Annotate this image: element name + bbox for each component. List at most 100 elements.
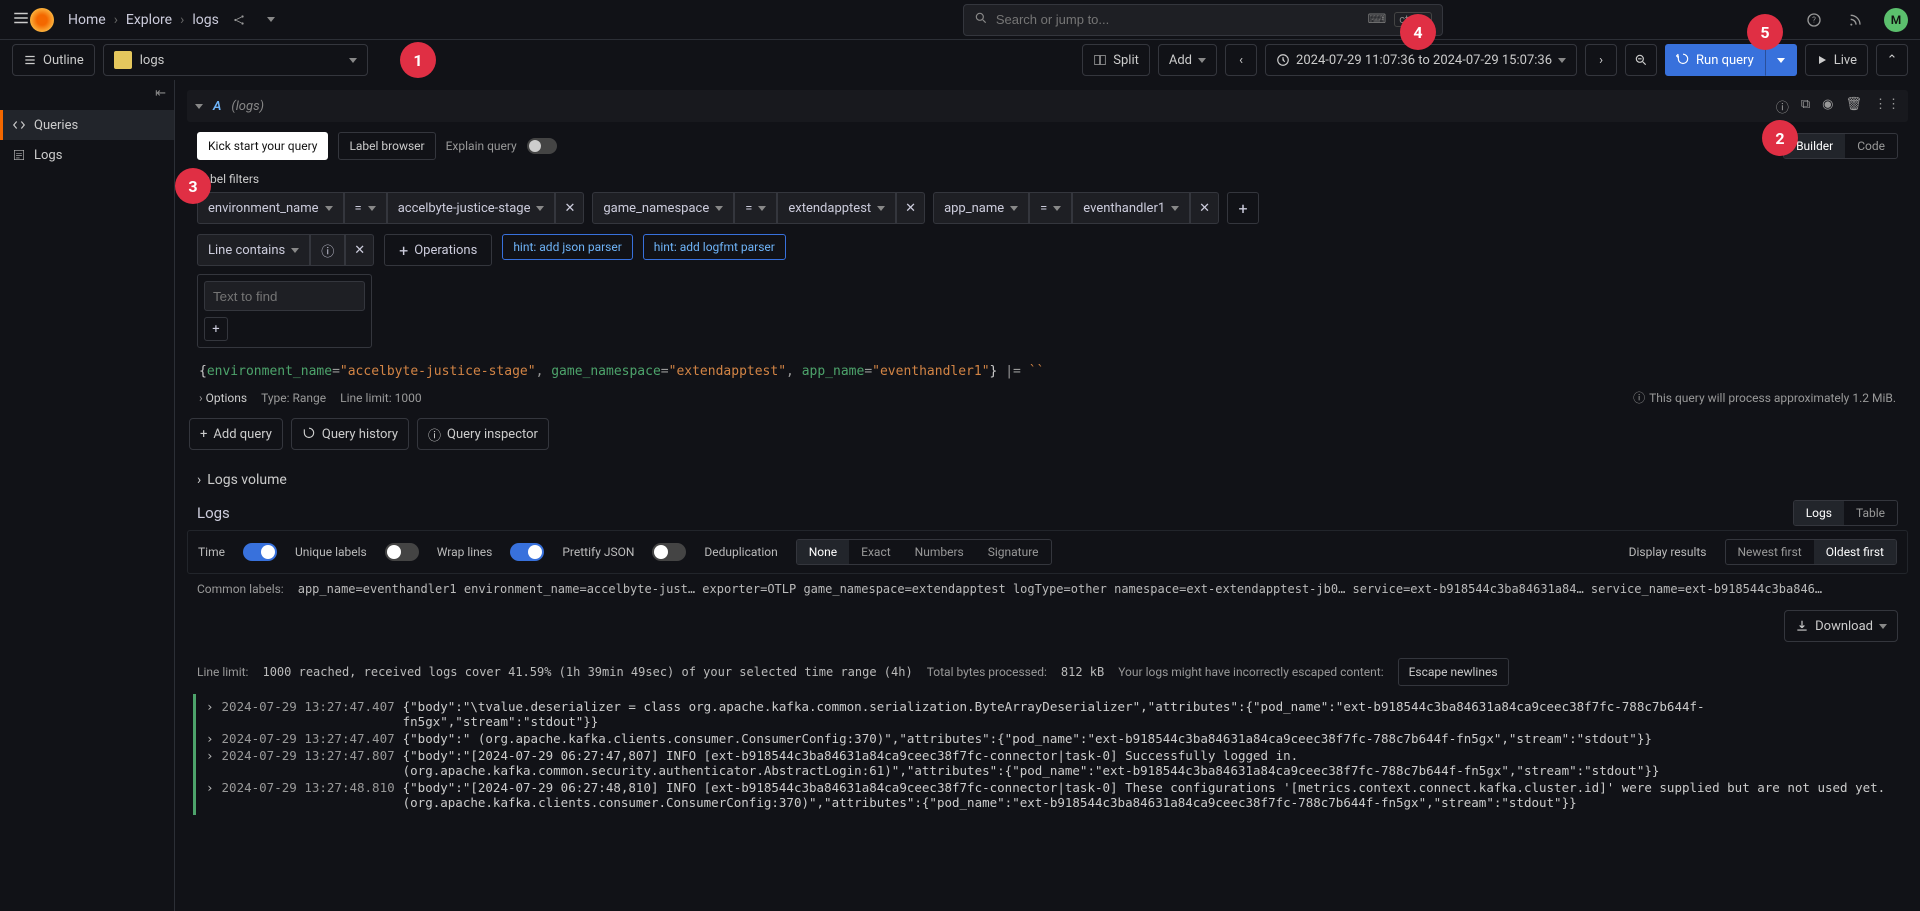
expand-icon[interactable]: › — [206, 731, 214, 746]
add-button[interactable]: Add — [1158, 44, 1217, 76]
logs-table-toggle[interactable]: Logs Table — [1793, 500, 1898, 526]
dedup-none[interactable]: None — [797, 540, 849, 564]
sidebar-item-queries[interactable]: Queries — [0, 110, 174, 140]
toggle-visibility-icon[interactable]: ◉ — [1822, 97, 1833, 116]
line-contains-select[interactable]: Line contains — [197, 234, 310, 266]
log-line[interactable]: ›2024-07-29 13:27:48.810{"body":"[2024-0… — [206, 779, 1898, 811]
query-cost: This query will process approximately 1.… — [1649, 391, 1896, 405]
datasource-select[interactable]: logs — [103, 44, 368, 76]
filter-op[interactable]: = — [344, 192, 387, 224]
crumb-home[interactable]: Home — [68, 12, 106, 28]
dedup-numbers[interactable]: Numbers — [903, 540, 976, 564]
log-line[interactable]: ›2024-07-29 13:27:47.807{"body":"[2024-0… — [206, 747, 1898, 779]
dedup-exact[interactable]: Exact — [849, 540, 903, 564]
time-prev-button[interactable]: ‹ — [1225, 44, 1257, 76]
kick-start-button[interactable]: Kick start your query — [197, 132, 328, 160]
operations-button[interactable]: +Operations — [384, 234, 492, 266]
label-filter[interactable]: game_namespace = extendapptest ✕ — [592, 192, 925, 224]
menu-icon[interactable] — [12, 9, 30, 31]
builder-code-toggle[interactable]: Builder Code — [1783, 133, 1898, 159]
svg-text:?: ? — [1812, 15, 1816, 24]
crumb-explore[interactable]: Explore — [126, 12, 172, 28]
filter-key[interactable]: environment_name — [197, 192, 344, 224]
expand-icon[interactable]: › — [206, 748, 214, 778]
filter-key[interactable]: app_name — [933, 192, 1029, 224]
run-query-button[interactable]: Run query — [1665, 44, 1765, 76]
filter-remove-icon[interactable]: ✕ — [896, 192, 925, 224]
time-toggle[interactable] — [243, 543, 277, 561]
query-expression: {environment_name="accelbyte-justice-sta… — [187, 358, 1908, 385]
label-filters-title: Label filters — [197, 172, 1908, 186]
download-button[interactable]: Download — [1784, 610, 1898, 642]
expand-icon[interactable]: › — [206, 780, 214, 810]
filter-value[interactable]: accelbyte-justice-stage — [387, 192, 556, 224]
unique-labels-toggle[interactable] — [385, 543, 419, 561]
line-contains-remove[interactable]: ✕ — [345, 234, 374, 266]
global-search[interactable]: ⌨ ctrl+k — [963, 4, 1443, 36]
sort-group[interactable]: Newest first Oldest first — [1725, 539, 1898, 565]
escape-newlines-button[interactable]: Escape newlines — [1398, 658, 1509, 686]
hide-sidebar-icon[interactable]: ⇤ — [155, 86, 166, 101]
filter-remove-icon[interactable]: ✕ — [1190, 192, 1219, 224]
share-icon[interactable] — [227, 8, 251, 32]
logs-tab[interactable]: Logs — [1794, 501, 1844, 525]
chevron-down-icon[interactable] — [195, 104, 203, 109]
query-history-button[interactable]: Query history — [291, 418, 409, 450]
time-next-button[interactable]: › — [1585, 44, 1617, 76]
log-line[interactable]: ›2024-07-29 13:27:47.407{"body":"\tvalue… — [206, 698, 1898, 730]
filter-op[interactable]: = — [1029, 192, 1072, 224]
add-query-button[interactable]: +Add query — [189, 418, 283, 450]
collapse-up-button[interactable]: ⌃ — [1876, 44, 1908, 76]
search-input[interactable] — [996, 12, 1360, 27]
drag-handle-icon[interactable]: ⋮⋮ — [1874, 97, 1900, 116]
common-labels: app_name=eventhandler1 environment_name=… — [298, 582, 1822, 596]
explain-query-toggle[interactable] — [527, 138, 557, 154]
filter-value[interactable]: eventhandler1 — [1072, 192, 1190, 224]
options-toggle[interactable]: › Options — [199, 391, 247, 405]
outline-button[interactable]: Outline — [12, 44, 95, 76]
filter-op[interactable]: = — [734, 192, 777, 224]
filter-remove-icon[interactable]: ✕ — [555, 192, 584, 224]
filter-value[interactable]: extendapptest — [777, 192, 896, 224]
filter-key[interactable]: game_namespace — [592, 192, 734, 224]
add-line-filter-button[interactable]: + — [204, 317, 228, 341]
query-help-icon[interactable]: ⓘ — [1776, 97, 1789, 116]
dedup-signature[interactable]: Signature — [976, 540, 1051, 564]
hint-json-parser[interactable]: hint: add json parser — [502, 234, 632, 260]
chevron-down-icon[interactable] — [259, 8, 283, 32]
query-header[interactable]: A (logs) 2 ⓘ ⧉ ◉ 🗑 ⋮⋮ — [187, 90, 1908, 122]
label-filter[interactable]: app_name = eventhandler1 ✕ — [933, 192, 1219, 224]
add-filter-button[interactable]: + — [1227, 192, 1259, 224]
sidebar-item-logs[interactable]: Logs — [0, 140, 174, 170]
crumb-logs[interactable]: logs — [192, 12, 218, 28]
grafana-logo[interactable] — [30, 8, 54, 32]
news-icon[interactable] — [1842, 6, 1870, 34]
log-line[interactable]: ›2024-07-29 13:27:47.407{"body":" (org.a… — [206, 730, 1898, 747]
logs-volume-toggle[interactable]: › Logs volume — [187, 464, 1908, 496]
split-button[interactable]: Split — [1082, 44, 1150, 76]
line-contains-input[interactable] — [204, 281, 365, 311]
copy-query-icon[interactable]: ⧉ — [1801, 97, 1810, 116]
code-tab[interactable]: Code — [1845, 134, 1897, 158]
annotation-badge-3: 3 — [175, 168, 211, 204]
dedup-group[interactable]: None Exact Numbers Signature — [796, 539, 1052, 565]
prettify-json-toggle[interactable] — [652, 543, 686, 561]
oldest-first[interactable]: Oldest first — [1814, 540, 1896, 564]
delete-query-icon[interactable]: 🗑 — [1845, 97, 1862, 116]
line-contains-info-icon[interactable]: ⓘ — [310, 234, 345, 266]
log-body: {"body":"[2024-07-29 06:27:47,807] INFO … — [403, 748, 1898, 778]
help-icon[interactable]: ? — [1800, 6, 1828, 34]
zoom-out-button[interactable] — [1625, 44, 1657, 76]
options-type: Type: Range — [261, 391, 326, 405]
label-browser-button[interactable]: Label browser — [338, 132, 435, 160]
expand-icon[interactable]: › — [206, 699, 214, 729]
label-filter[interactable]: environment_name = accelbyte-justice-sta… — [197, 192, 584, 224]
hint-logfmt-parser[interactable]: hint: add logfmt parser — [643, 234, 786, 260]
table-tab[interactable]: Table — [1844, 501, 1897, 525]
wrap-lines-toggle[interactable] — [510, 543, 544, 561]
live-button[interactable]: Live — [1805, 44, 1868, 76]
avatar[interactable]: M — [1884, 8, 1908, 32]
query-inspector-button[interactable]: ⓘQuery inspector — [417, 418, 549, 450]
newest-first[interactable]: Newest first — [1726, 540, 1814, 564]
annotation-badge-5: 5 — [1747, 14, 1783, 50]
